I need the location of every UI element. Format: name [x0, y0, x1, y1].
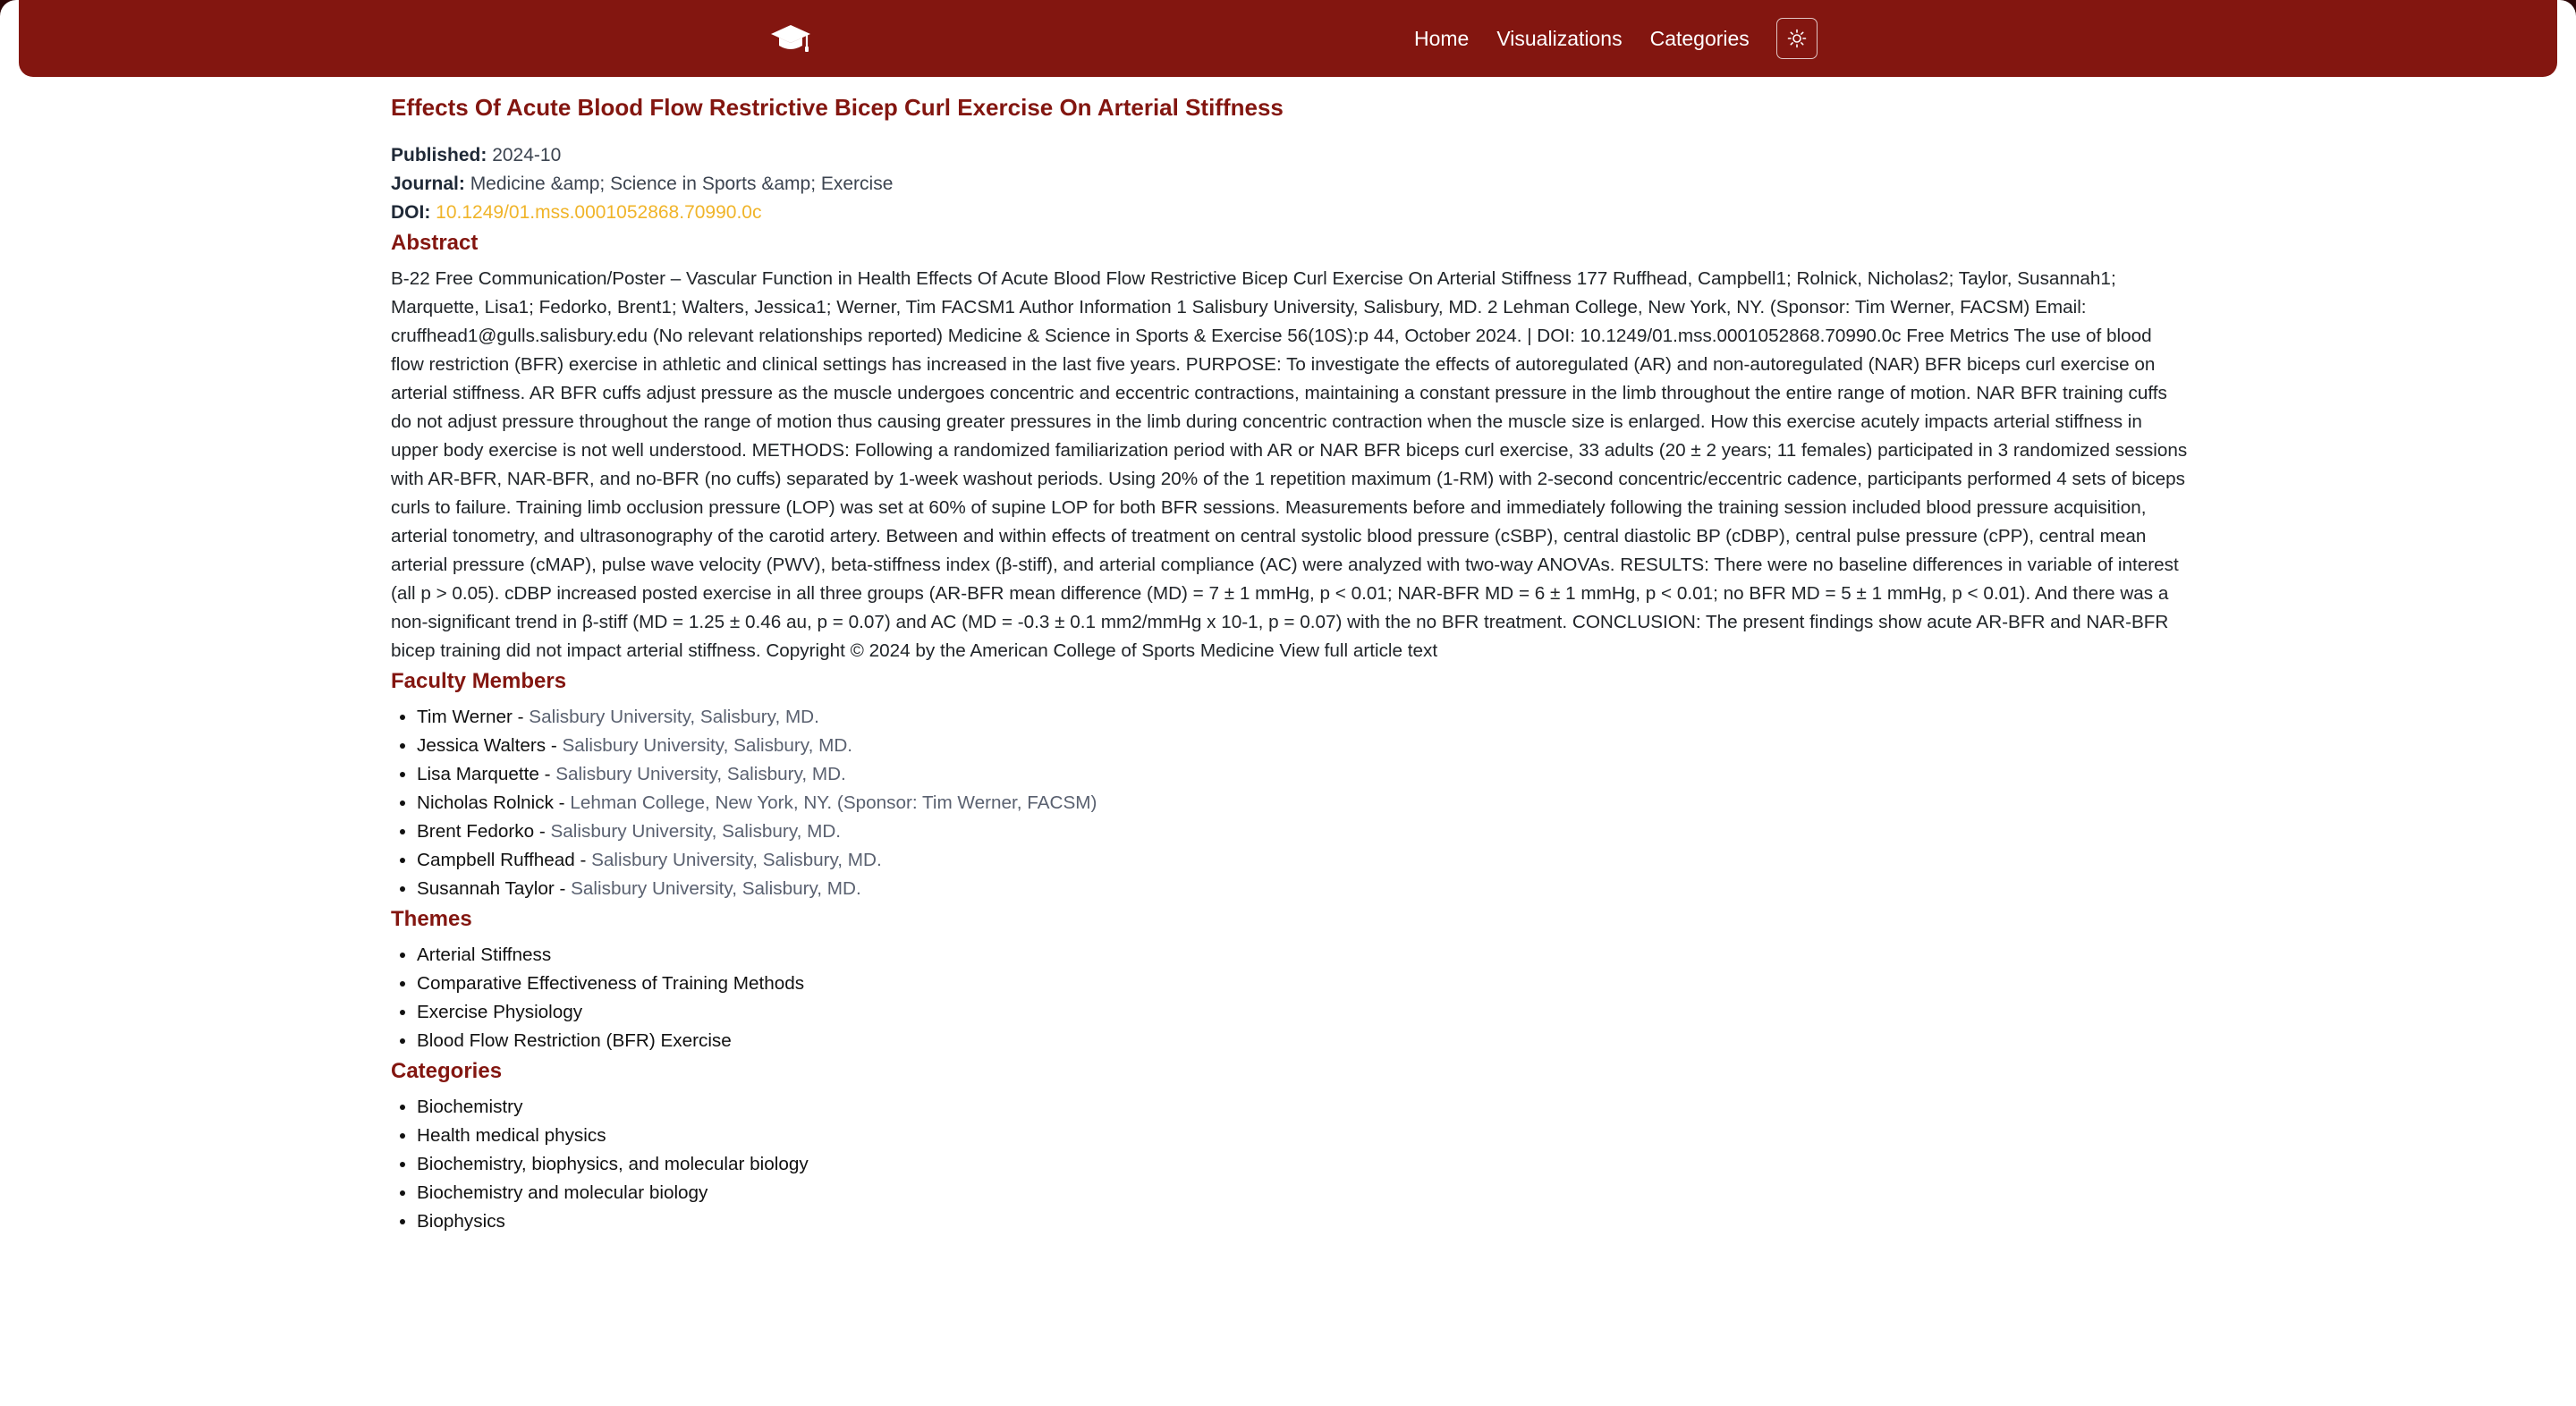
faculty-item: Susannah Taylor - Salisbury University, … [417, 875, 2189, 903]
theme-item: Arterial Stiffness [417, 941, 2189, 970]
theme-item: Exercise Physiology [417, 998, 2189, 1027]
faculty-item: Jessica Walters - Salisbury University, … [417, 732, 2189, 760]
nav-visualizations-link[interactable]: Visualizations [1496, 27, 1622, 51]
theme-item: Blood Flow Restriction (BFR) Exercise [417, 1027, 2189, 1055]
faculty-affiliation: Salisbury University, Salisbury, MD. [529, 707, 819, 727]
faculty-affiliation: Salisbury University, Salisbury, MD. [591, 850, 882, 870]
journal-label: Journal: [391, 174, 465, 194]
published-value: 2024-10 [492, 145, 562, 165]
faculty-separator: - [534, 821, 551, 842]
article-title: Effects Of Acute Blood Flow Restrictive … [391, 94, 1284, 121]
category-item: Health medical physics [417, 1122, 2189, 1150]
faculty-name: Lisa Marquette [417, 764, 539, 784]
abstract-text: B-22 Free Communication/Poster – Vascula… [391, 268, 2188, 661]
article-metadata: Published: 2024-10 Journal: Medicine &am… [391, 141, 2189, 227]
doi-label: DOI: [391, 202, 431, 223]
faculty-separator: - [512, 707, 530, 727]
theme-item: Comparative Effectiveness of Training Me… [417, 970, 2189, 998]
nav-home-link[interactable]: Home [1414, 27, 1469, 51]
abstract-heading: Abstract [391, 231, 479, 255]
faculty-affiliation: Salisbury University, Salisbury, MD. [571, 878, 861, 899]
graduation-cap-icon[interactable] [768, 15, 813, 60]
faculty-name: Brent Fedorko [417, 821, 535, 842]
faculty-item: Brent Fedorko - Salisbury University, Sa… [417, 817, 2189, 846]
faculty-separator: - [538, 764, 556, 784]
faculty-item: Tim Werner - Salisbury University, Salis… [417, 703, 2189, 732]
faculty-affiliation: Salisbury University, Salisbury, MD. [562, 735, 853, 756]
faculty-item: Nicholas Rolnick - Lehman College, New Y… [417, 789, 2189, 817]
top-navbar: Home Visualizations Categories [19, 0, 2557, 77]
faculty-affiliation: Salisbury University, Salisbury, MD. [550, 821, 842, 842]
faculty-item: Campbell Ruffhead - Salisbury University… [417, 846, 2189, 875]
category-item: Biochemistry and molecular biology [417, 1179, 2189, 1207]
faculty-name: Jessica Walters [417, 735, 547, 756]
faculty-item: Lisa Marquette - Salisbury University, S… [417, 760, 2189, 789]
faculty-heading: Faculty Members [391, 669, 567, 693]
page: Home Visualizations Categories Effects O… [0, 0, 2576, 1406]
faculty-affiliation: Salisbury University, Salisbury, MD. [555, 764, 846, 784]
journal-row: Journal: Medicine &amp; Science in Sport… [391, 170, 2189, 199]
faculty-name: Nicholas Rolnick [417, 792, 554, 813]
article-content: Effects Of Acute Blood Flow Restrictive … [391, 89, 2189, 1236]
faculty-list: Tim Werner - Salisbury University, Salis… [391, 703, 2189, 903]
faculty-separator: - [574, 850, 592, 870]
categories-heading: Categories [391, 1059, 503, 1083]
faculty-separator: - [546, 735, 563, 756]
sun-icon [1787, 29, 1807, 48]
faculty-name: Tim Werner [417, 707, 513, 727]
doi-row: DOI: 10.1249/01.mss.0001052868.70990.0c [391, 199, 2189, 227]
faculty-name: Susannah Taylor [417, 878, 555, 899]
nav-links: Home Visualizations Categories [1414, 0, 1818, 77]
category-item: Biophysics [417, 1207, 2189, 1236]
faculty-affiliation: Lehman College, New York, NY. (Sponsor: … [570, 792, 1097, 813]
category-item: Biochemistry, biophysics, and molecular … [417, 1150, 2189, 1179]
themes-list: Arterial Stiffness Comparative Effective… [391, 941, 2189, 1055]
published-row: Published: 2024-10 [391, 141, 2189, 170]
category-item: Biochemistry [417, 1093, 2189, 1122]
faculty-name: Campbell Ruffhead [417, 850, 575, 870]
published-label: Published: [391, 145, 487, 165]
faculty-separator: - [554, 878, 572, 899]
journal-value: Medicine &amp; Science in Sports &amp; E… [470, 174, 894, 194]
themes-heading: Themes [391, 907, 472, 931]
faculty-separator: - [553, 792, 571, 813]
theme-toggle-button[interactable] [1775, 18, 1818, 59]
categories-list: Biochemistry Health medical physics Bioc… [391, 1093, 2189, 1236]
nav-categories-link[interactable]: Categories [1650, 27, 1750, 51]
doi-link[interactable]: 10.1249/01.mss.0001052868.70990.0c [436, 202, 761, 223]
